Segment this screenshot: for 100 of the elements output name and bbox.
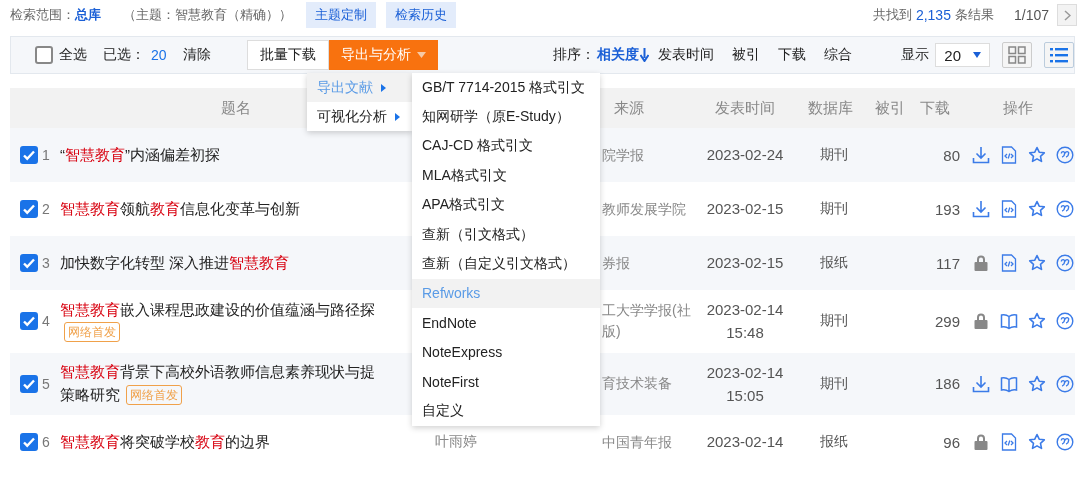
menu-item[interactable]: APA格式引文 xyxy=(412,190,600,220)
selected-label: 已选： xyxy=(103,46,145,64)
menu-item[interactable]: 查新（自定义引文格式） xyxy=(412,249,600,279)
source-name[interactable]: 券报 xyxy=(600,252,700,274)
page-indicator: 1/107 xyxy=(1013,7,1049,23)
row-checkbox[interactable] xyxy=(20,254,38,272)
menu-item[interactable]: 知网研学（原E-Study） xyxy=(412,102,600,132)
row-checkbox[interactable] xyxy=(20,200,38,218)
html-document-icon[interactable] xyxy=(1000,433,1018,451)
title-link[interactable]: 智慧教育将突破学校教育的边界 xyxy=(60,430,412,454)
star-icon[interactable] xyxy=(1028,312,1046,331)
source-name[interactable]: 教师发展学院 xyxy=(600,198,700,220)
database-type: 期刊 xyxy=(819,374,849,393)
quote-icon[interactable] xyxy=(1056,254,1074,272)
database-type: 报纸 xyxy=(819,254,849,272)
column-header: 发表时间 xyxy=(715,98,775,118)
lock-icon[interactable] xyxy=(972,312,990,331)
caret-down-icon xyxy=(973,52,981,58)
publish-date: 2023-02-15 xyxy=(705,199,785,220)
title-link[interactable]: 智慧教育嵌入课程思政建设的价值蕴涵与路径探 xyxy=(60,298,412,322)
row-checkbox[interactable] xyxy=(20,374,38,393)
row-checkbox[interactable] xyxy=(20,312,38,331)
star-icon[interactable] xyxy=(1028,433,1046,451)
row-number: 1 xyxy=(42,147,50,163)
quote-icon[interactable] xyxy=(1056,433,1074,451)
sort-option[interactable]: 发表时间 xyxy=(658,46,715,64)
star-icon[interactable] xyxy=(1028,254,1046,272)
results-count: 2,135 xyxy=(915,7,951,23)
list-view-button[interactable] xyxy=(1044,42,1074,68)
open-book-icon[interactable] xyxy=(1000,374,1018,393)
row-number: 4 xyxy=(42,313,50,330)
quote-icon[interactable] xyxy=(1056,312,1074,331)
column-header: 操作 xyxy=(1002,98,1033,118)
grid-view-button[interactable] xyxy=(1002,42,1032,68)
row-number: 5 xyxy=(42,375,50,392)
column-header: 来源 xyxy=(613,97,644,118)
select-all-checkbox[interactable] xyxy=(35,46,53,64)
sort-option[interactable]: 相关度 xyxy=(597,46,650,64)
sort-option[interactable]: 被引 xyxy=(732,46,761,64)
title-link[interactable]: 智慧教育领航教育信息化变革与创新 xyxy=(60,197,412,221)
search-scope-value[interactable]: 总库 xyxy=(75,6,101,24)
page-size-select[interactable]: 20 xyxy=(935,43,990,67)
download-icon[interactable] xyxy=(972,374,990,393)
menu-item[interactable]: GB/T 7714-2015 格式引文 xyxy=(412,73,600,103)
download-icon[interactable] xyxy=(972,200,990,218)
title-link[interactable]: 智慧教育背景下高校外语教师信息素养现状与提 xyxy=(60,361,412,384)
online-first-badge: 网络首发 xyxy=(64,322,120,343)
open-book-icon[interactable] xyxy=(1000,312,1018,331)
star-icon[interactable] xyxy=(1028,200,1046,218)
menu-item[interactable]: EndNote xyxy=(412,308,600,338)
download-count: 299 xyxy=(933,312,960,330)
quote-icon[interactable] xyxy=(1056,374,1074,393)
query-text: （主题：智慧教育（精确）） xyxy=(123,6,292,24)
top-button[interactable]: 检索历史 xyxy=(386,2,456,28)
database-type: 期刊 xyxy=(819,312,849,331)
row-checkbox[interactable] xyxy=(20,146,38,164)
html-document-icon[interactable] xyxy=(1000,254,1018,272)
menu-item[interactable]: MLA格式引文 xyxy=(412,161,600,191)
title-link[interactable]: 策略研究 xyxy=(60,385,120,403)
row-number: 3 xyxy=(42,255,50,271)
database-type: 期刊 xyxy=(819,146,849,164)
star-icon[interactable] xyxy=(1028,374,1046,393)
batch-download-button[interactable]: 批量下载 xyxy=(246,40,329,70)
quote-icon[interactable] xyxy=(1056,200,1074,218)
title-link[interactable]: 加快数字化转型 深入推进智慧教育 xyxy=(60,251,412,275)
lock-icon[interactable] xyxy=(972,433,990,451)
menu-item[interactable]: NoteFirst xyxy=(412,366,600,397)
select-all-label[interactable]: 全选 xyxy=(59,46,87,64)
menu-item[interactable]: 自定义 xyxy=(412,396,600,426)
title-link[interactable]: “智慧教育”内涵偏差初探 xyxy=(60,143,412,167)
menu-item[interactable]: CAJ-CD 格式引文 xyxy=(412,131,600,162)
download-count: 80 xyxy=(942,146,960,164)
sort-option[interactable]: 下载 xyxy=(778,46,807,64)
html-document-icon[interactable] xyxy=(1000,200,1018,218)
download-count: 193 xyxy=(933,200,960,218)
source-name[interactable]: 工大学学报(社 版) xyxy=(600,300,700,343)
download-count: 186 xyxy=(933,375,960,393)
html-document-icon[interactable] xyxy=(1000,146,1018,164)
menu-item[interactable]: 查新（引文格式） xyxy=(412,219,600,250)
quote-icon[interactable] xyxy=(1056,146,1074,164)
author-name[interactable]: 叶雨婷 xyxy=(412,433,600,451)
chevron-right-icon xyxy=(1063,9,1071,21)
selected-count: 20 xyxy=(151,47,167,63)
next-page-button[interactable] xyxy=(1057,4,1077,26)
results-label: 共找到 xyxy=(872,6,912,24)
menu-item[interactable]: 可视化分析 xyxy=(307,102,412,131)
download-icon[interactable] xyxy=(972,146,990,164)
download-count: 117 xyxy=(935,254,960,272)
star-icon[interactable] xyxy=(1028,146,1046,164)
row-number: 2 xyxy=(42,201,50,217)
row-number: 6 xyxy=(42,434,50,450)
caret-right-icon xyxy=(395,112,400,121)
menu-item[interactable]: NoteExpress xyxy=(412,337,600,367)
sort-option[interactable]: 综合 xyxy=(824,46,853,64)
clear-link[interactable]: 清除 xyxy=(182,46,211,64)
lock-icon[interactable] xyxy=(972,254,990,272)
publish-date: 2023-02-14 15:05 xyxy=(705,362,785,406)
row-checkbox[interactable] xyxy=(20,433,38,451)
top-button[interactable]: 主题定制 xyxy=(306,2,376,28)
source-name[interactable]: 中国青年报 xyxy=(600,431,700,453)
